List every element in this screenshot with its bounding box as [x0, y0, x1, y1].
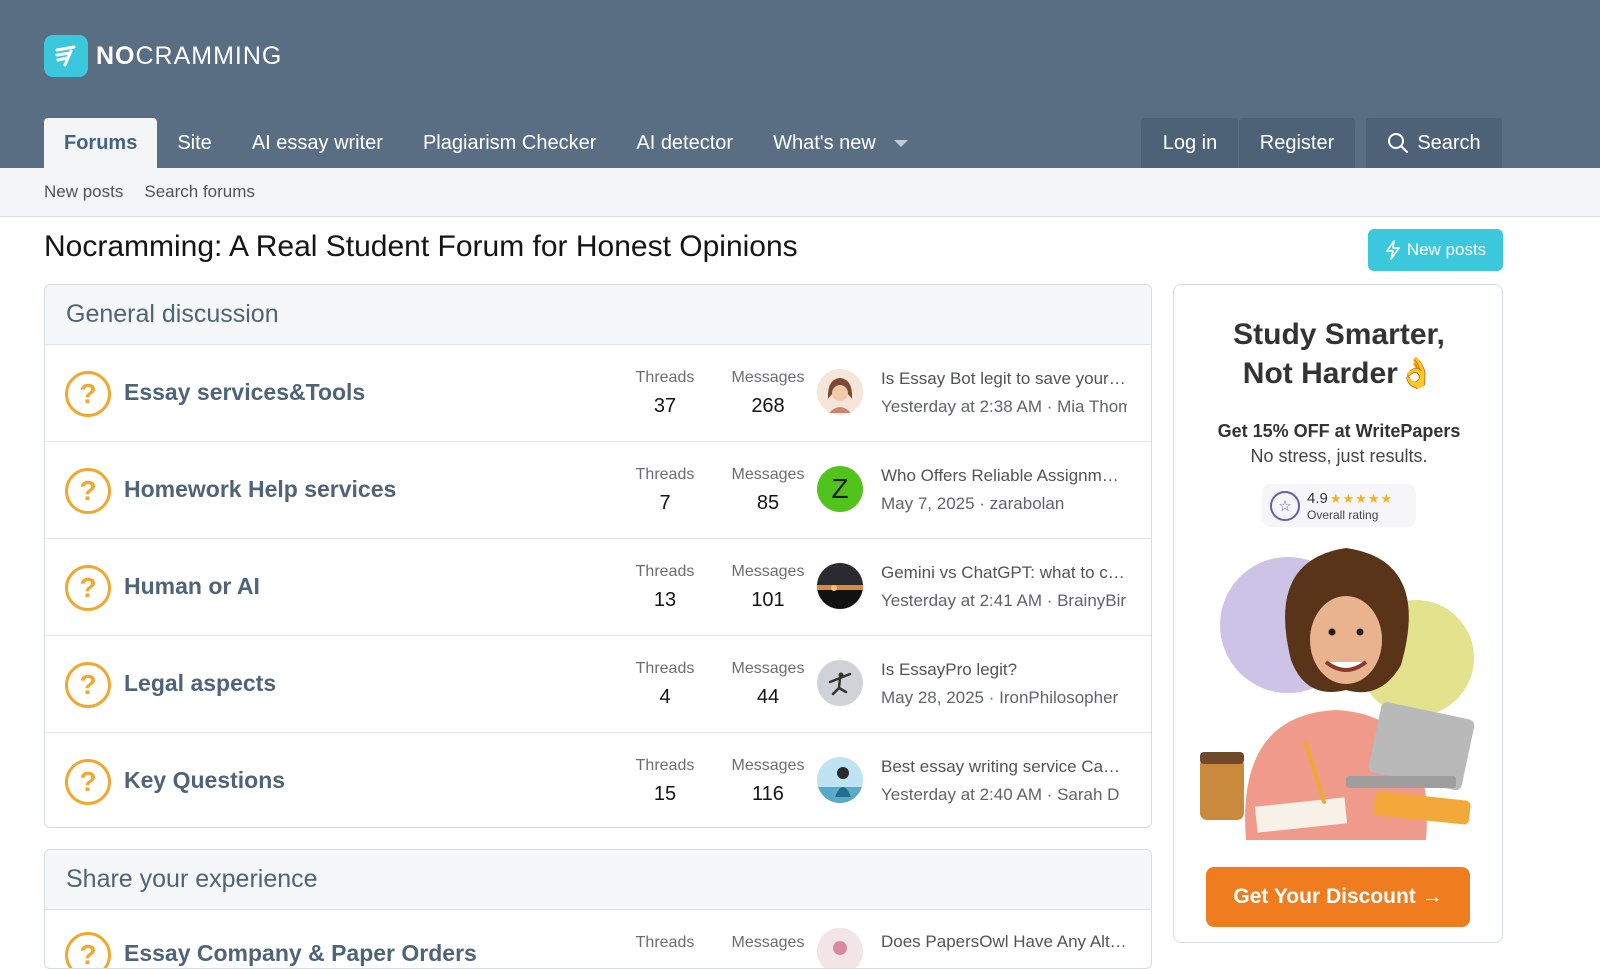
latest-post-meta: May 28, 2025 · IronPhilosopher: [881, 688, 1119, 707]
avatar[interactable]: Z: [817, 466, 863, 512]
subnav-new-posts[interactable]: New posts: [44, 182, 123, 202]
question-circle-icon: ?: [65, 662, 111, 708]
node-title[interactable]: Homework Help services: [124, 476, 396, 503]
node-title[interactable]: Human or AI: [124, 573, 260, 600]
forum-category-general-discussion: General discussion ? Essay services&Tool…: [44, 284, 1152, 828]
threads-stat: Threads 13: [635, 563, 695, 611]
forum-category-share-your-experience: Share your experience ? Essay Company & …: [44, 849, 1152, 969]
sub-nav: New posts Search forums: [0, 168, 1600, 217]
threads-stat: Threads 37: [635, 369, 695, 417]
forum-node: ? Essay Company & Paper Orders Threads M…: [45, 910, 1151, 968]
latest-post-title[interactable]: Is Essay Bot legit to save your time?: [881, 369, 1127, 389]
nav-tab-plagiarism-checker[interactable]: Plagiarism Checker: [403, 118, 616, 168]
promo-title: Study Smarter, Not Harder👌: [1233, 318, 1445, 390]
node-title[interactable]: Essay Company & Paper Orders: [124, 940, 477, 967]
latest-post: Best essay writing service Canada Yester…: [881, 757, 1127, 805]
ok-hand-icon: 👌: [1397, 357, 1436, 390]
node-title[interactable]: Legal aspects: [124, 670, 276, 697]
chevron-down-icon[interactable]: [893, 139, 908, 147]
latest-post-title[interactable]: Best essay writing service Canada: [881, 757, 1127, 777]
avatar[interactable]: [817, 369, 863, 415]
forum-node: ? Legal aspects Threads 4 Messages 44 Is E…: [45, 636, 1151, 733]
threads-stat: Threads 4: [635, 660, 695, 708]
question-circle-icon: ?: [65, 759, 111, 805]
latest-post-title[interactable]: Who Offers Reliable Assignment Help?: [881, 466, 1127, 486]
messages-stat: Messages 101: [731, 563, 805, 611]
latest-post-title[interactable]: Gemini vs ChatGPT: what to choose: [881, 563, 1127, 583]
node-title[interactable]: Essay services&Tools: [124, 379, 365, 406]
latest-post-meta: Yesterday at 2:40 AM · Sarah D: [881, 785, 1120, 804]
promo-subtitle: No stress, just results.: [1250, 446, 1428, 466]
question-circle-icon: ?: [65, 371, 111, 417]
category-header[interactable]: Share your experience: [45, 850, 1151, 910]
star-badge-icon: ☆: [1270, 490, 1300, 521]
rating-label: Overall rating: [1307, 507, 1379, 522]
question-circle-icon: ?: [65, 468, 111, 514]
nav-tab-site[interactable]: Site: [157, 118, 231, 168]
forum-node: ? Homework Help services Threads 7 Messag…: [45, 442, 1151, 539]
messages-stat: Messages 44: [731, 660, 805, 708]
nav-tab-whats-new[interactable]: What's new: [753, 118, 928, 168]
threads-stat: Threads: [635, 934, 695, 951]
latest-post: Who Offers Reliable Assignment Help? May…: [881, 466, 1127, 514]
latest-post: Is Essay Bot legit to save your time? Ye…: [881, 369, 1127, 417]
lightning-bolt-icon: [1386, 240, 1400, 260]
latest-post: Does PapersOwl Have Any Alternatives?: [881, 932, 1127, 952]
latest-post: Gemini vs ChatGPT: what to choose Yester…: [881, 563, 1127, 611]
messages-stat: Messages 268: [731, 369, 805, 417]
new-posts-button[interactable]: New posts: [1368, 229, 1503, 271]
forum-node: ? Essay services&Tools Threads 37 Message…: [45, 345, 1151, 442]
nav-tab-forums[interactable]: Forums: [44, 118, 158, 168]
rating-stars: ★★★★★: [1329, 490, 1394, 506]
latest-post-title[interactable]: Does PapersOwl Have Any Alternatives?: [881, 932, 1127, 952]
search-button[interactable]: Search: [1366, 118, 1502, 168]
rating-badge: ☆ 4.9 ★★★★★ Overall rating: [1262, 484, 1416, 527]
messages-stat: Messages 85: [731, 466, 805, 514]
question-circle-icon: ?: [65, 565, 111, 611]
nav-tab-ai-detector[interactable]: AI detector: [616, 118, 753, 168]
threads-stat: Threads 7: [635, 466, 695, 514]
page-title: Nocramming: A Real Student Forum for Hon…: [44, 230, 798, 263]
node-title[interactable]: Key Questions: [124, 767, 285, 794]
forum-node: ? Key Questions Threads 15 Messages 116 Be…: [45, 733, 1151, 827]
avatar[interactable]: [817, 928, 863, 968]
latest-post-meta: May 7, 2025 · zarabolan: [881, 494, 1065, 513]
latest-post-meta: Yesterday at 2:38 AM · Mia Thompson: [881, 397, 1127, 416]
avatar[interactable]: [817, 757, 863, 803]
avatar[interactable]: [817, 563, 863, 609]
question-circle-icon: ?: [65, 932, 111, 968]
logo-text: NOCRAMMING: [96, 41, 283, 70]
promo-offer: Get 15% OFF at WritePapers: [1217, 421, 1461, 441]
get-discount-button[interactable]: Get Your Discount →: [1206, 867, 1470, 927]
subnav-search-forums[interactable]: Search forums: [144, 182, 255, 202]
category-header[interactable]: General discussion: [45, 285, 1151, 345]
nav-tab-ai-essay-writer[interactable]: AI essay writer: [232, 118, 403, 168]
messages-stat: Messages 116: [731, 757, 805, 805]
site-logo[interactable]: NOCRAMMING: [44, 35, 282, 77]
student-illustration: [1200, 548, 1475, 840]
main-nav: Forums Site AI essay writer Plagiarism C…: [44, 118, 928, 168]
forum-node: ? Human or AI Threads 13 Messages 101 Gemi…: [45, 539, 1151, 636]
search-icon: [1388, 133, 1409, 153]
login-button[interactable]: Log in: [1141, 118, 1239, 168]
register-button[interactable]: Register: [1239, 118, 1355, 168]
messages-stat: Messages: [731, 934, 805, 951]
promo-sidebar: Study Smarter, Not Harder👌 Get 15% OFF a…: [1173, 284, 1503, 943]
threads-stat: Threads 15: [635, 757, 695, 805]
logo-mark-icon: [44, 35, 88, 77]
rating-value: 4.9: [1307, 489, 1328, 507]
latest-post: Is EssayPro legit? May 28, 2025 · IronPh…: [881, 660, 1127, 708]
latest-post-title[interactable]: Is EssayPro legit?: [881, 660, 1127, 680]
latest-post-meta: Yesterday at 2:41 AM · BrainyBird: [881, 591, 1127, 610]
site-header: NOCRAMMING Forums Site AI essay writer P…: [0, 0, 1600, 168]
avatar[interactable]: [817, 660, 863, 706]
